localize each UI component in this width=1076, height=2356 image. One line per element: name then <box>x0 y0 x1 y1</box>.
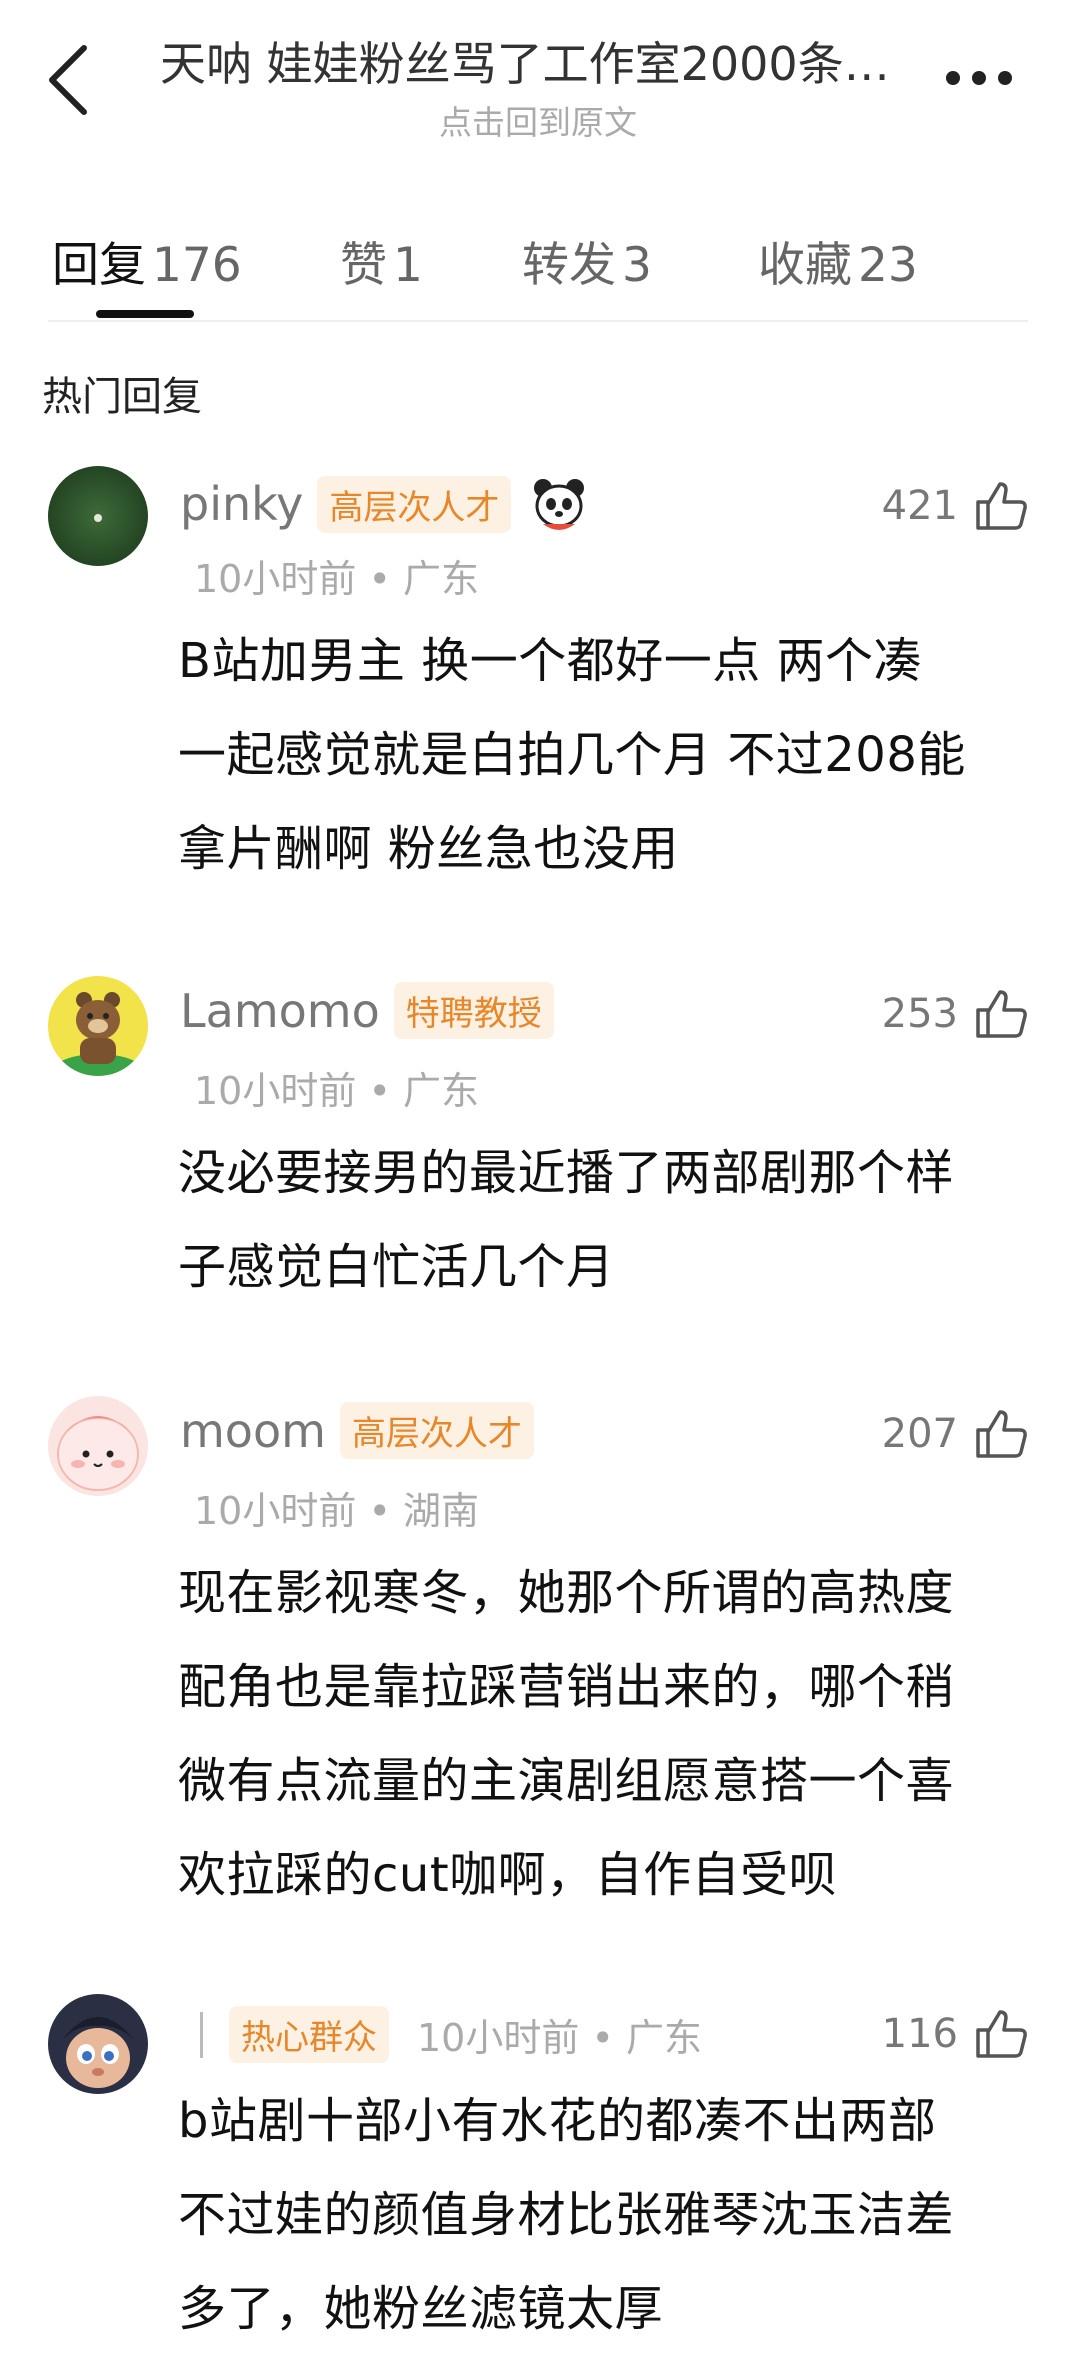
username[interactable]: moom <box>180 1404 326 1458</box>
back-to-original-link[interactable]: 点击回到原文 <box>0 96 1076 144</box>
tab-favorites[interactable]: 收藏 23 <box>758 226 918 295</box>
tab-label: 转发 <box>522 238 616 293</box>
user-badge: 高层次人才 <box>339 1402 534 1459</box>
like-button[interactable]: 253 <box>882 986 1028 1042</box>
avatar[interactable] <box>48 976 148 1076</box>
like-button[interactable]: 116 <box>882 2006 1028 2062</box>
like-count: 116 <box>881 2011 958 2057</box>
more-dot-icon <box>998 71 1012 85</box>
comment-time: 10小时前 <box>417 2016 580 2060</box>
more-options-button[interactable] <box>946 58 1036 98</box>
section-title: 热门回复 <box>42 374 202 420</box>
username[interactable]: Lamomo <box>180 984 380 1038</box>
comment-line: 多了，她粉丝滤镜太厚 <box>178 2281 664 2337</box>
comment-line: B站加男主 换一个都好一点 两个凑 <box>178 633 922 689</box>
tab-label: 回复 <box>52 238 146 293</box>
tab-replies[interactable]: 回复 176 <box>52 226 242 295</box>
comment-line: 没必要接男的最近播了两部剧那个样 <box>178 1145 955 1201</box>
comment-line: 现在影视寒冬，她那个所谓的高热度 <box>178 1565 955 1621</box>
comment-meta: 10小时前 • 湖南 <box>194 1489 479 1533</box>
comment-meta: 10小时前 • 广东 <box>194 557 479 601</box>
comment-text: B站加男主 换一个都好一点 两个凑 一起感觉就是白拍几个月 不过208能 拿片酬… <box>178 614 1038 896</box>
like-count: 207 <box>881 1411 958 1457</box>
user-badge: 热心群众 <box>229 2006 389 2063</box>
separator <box>200 2011 203 2058</box>
more-dot-icon <box>946 71 960 85</box>
comment-line: 一起感觉就是白拍几个月 不过208能 <box>178 727 966 783</box>
tab-reposts[interactable]: 转发 3 <box>522 226 652 295</box>
avatar[interactable] <box>48 1994 148 2094</box>
comment-line: b站剧十部小有水花的都凑不出两部 <box>178 2093 937 2149</box>
like-button[interactable]: 421 <box>882 478 1028 534</box>
thumb-up-icon <box>976 482 1027 530</box>
comment-line: 配角也是靠拉踩营销出来的，哪个稍 <box>178 1659 955 1715</box>
more-dot-icon <box>972 71 986 85</box>
like-count: 253 <box>881 991 958 1037</box>
user-badge: 特聘教授 <box>393 982 554 1039</box>
comment-time: 10小时前 <box>194 1069 357 1113</box>
tab-count: 176 <box>152 238 242 293</box>
tab-label: 收藏 <box>758 238 852 293</box>
avatar[interactable] <box>48 1396 148 1496</box>
like-button[interactable]: 207 <box>882 1406 1028 1462</box>
user-badge: 高层次人才 <box>317 475 512 533</box>
tab-count: 3 <box>622 238 652 293</box>
comment-location: 广东 <box>625 2016 702 2060</box>
comment-location: 湖南 <box>402 1489 479 1533</box>
page-title[interactable]: 天呐 娃娃粉丝骂了工作室2000条… <box>160 28 920 94</box>
top-bar: 天呐 娃娃粉丝骂了工作室2000条… 点击回到原文 <box>0 0 1076 150</box>
tab-label: 赞 <box>340 238 387 293</box>
username[interactable]: pinky <box>180 477 303 531</box>
panda-badge-icon <box>534 479 585 530</box>
thumb-up-icon <box>976 990 1027 1038</box>
comment-line: 微有点流量的主演剧组愿意搭一个喜 <box>178 1753 955 1809</box>
tab-bar: 回复 176 赞1 转发 3 收藏 23 <box>0 210 1076 320</box>
comment-line: 子感觉白忙活几个月 <box>178 1239 615 1295</box>
comment-meta: 10小时前 • 广东 <box>417 2016 702 2060</box>
tab-count: 23 <box>858 238 918 293</box>
comment-text: 现在影视寒冬，她那个所谓的高热度 配角也是靠拉踩营销出来的，哪个稍 微有点流量的… <box>178 1546 1038 1922</box>
comment-text: 没必要接男的最近播了两部剧那个样 子感觉白忙活几个月 <box>178 1126 1038 1314</box>
thumb-up-icon <box>976 2010 1027 2058</box>
comment-location: 广东 <box>402 557 479 601</box>
comment-location: 广东 <box>402 1069 479 1113</box>
comment-time: 10小时前 <box>194 557 357 601</box>
comment-meta: 10小时前 • 广东 <box>194 1069 479 1113</box>
active-tab-indicator <box>96 310 194 318</box>
divider <box>48 320 1028 322</box>
comment-time: 10小时前 <box>194 1489 357 1533</box>
tab-likes[interactable]: 赞1 <box>340 226 423 295</box>
comment-line: 不过娃的颜值身材比张雅琴沈玉洁差 <box>178 2187 955 2243</box>
avatar[interactable] <box>48 466 148 566</box>
comment-text: b站剧十部小有水花的都凑不出两部 不过娃的颜值身材比张雅琴沈玉洁差 多了，她粉丝… <box>178 2074 1038 2356</box>
comment-line: 拿片酬啊 粉丝急也没用 <box>178 821 679 877</box>
like-count: 421 <box>881 483 958 529</box>
thumb-up-icon <box>976 1410 1027 1458</box>
comment-line: 欢拉踩的cut咖啊，自作自受呗 <box>178 1847 838 1903</box>
tab-count: 1 <box>393 238 423 293</box>
